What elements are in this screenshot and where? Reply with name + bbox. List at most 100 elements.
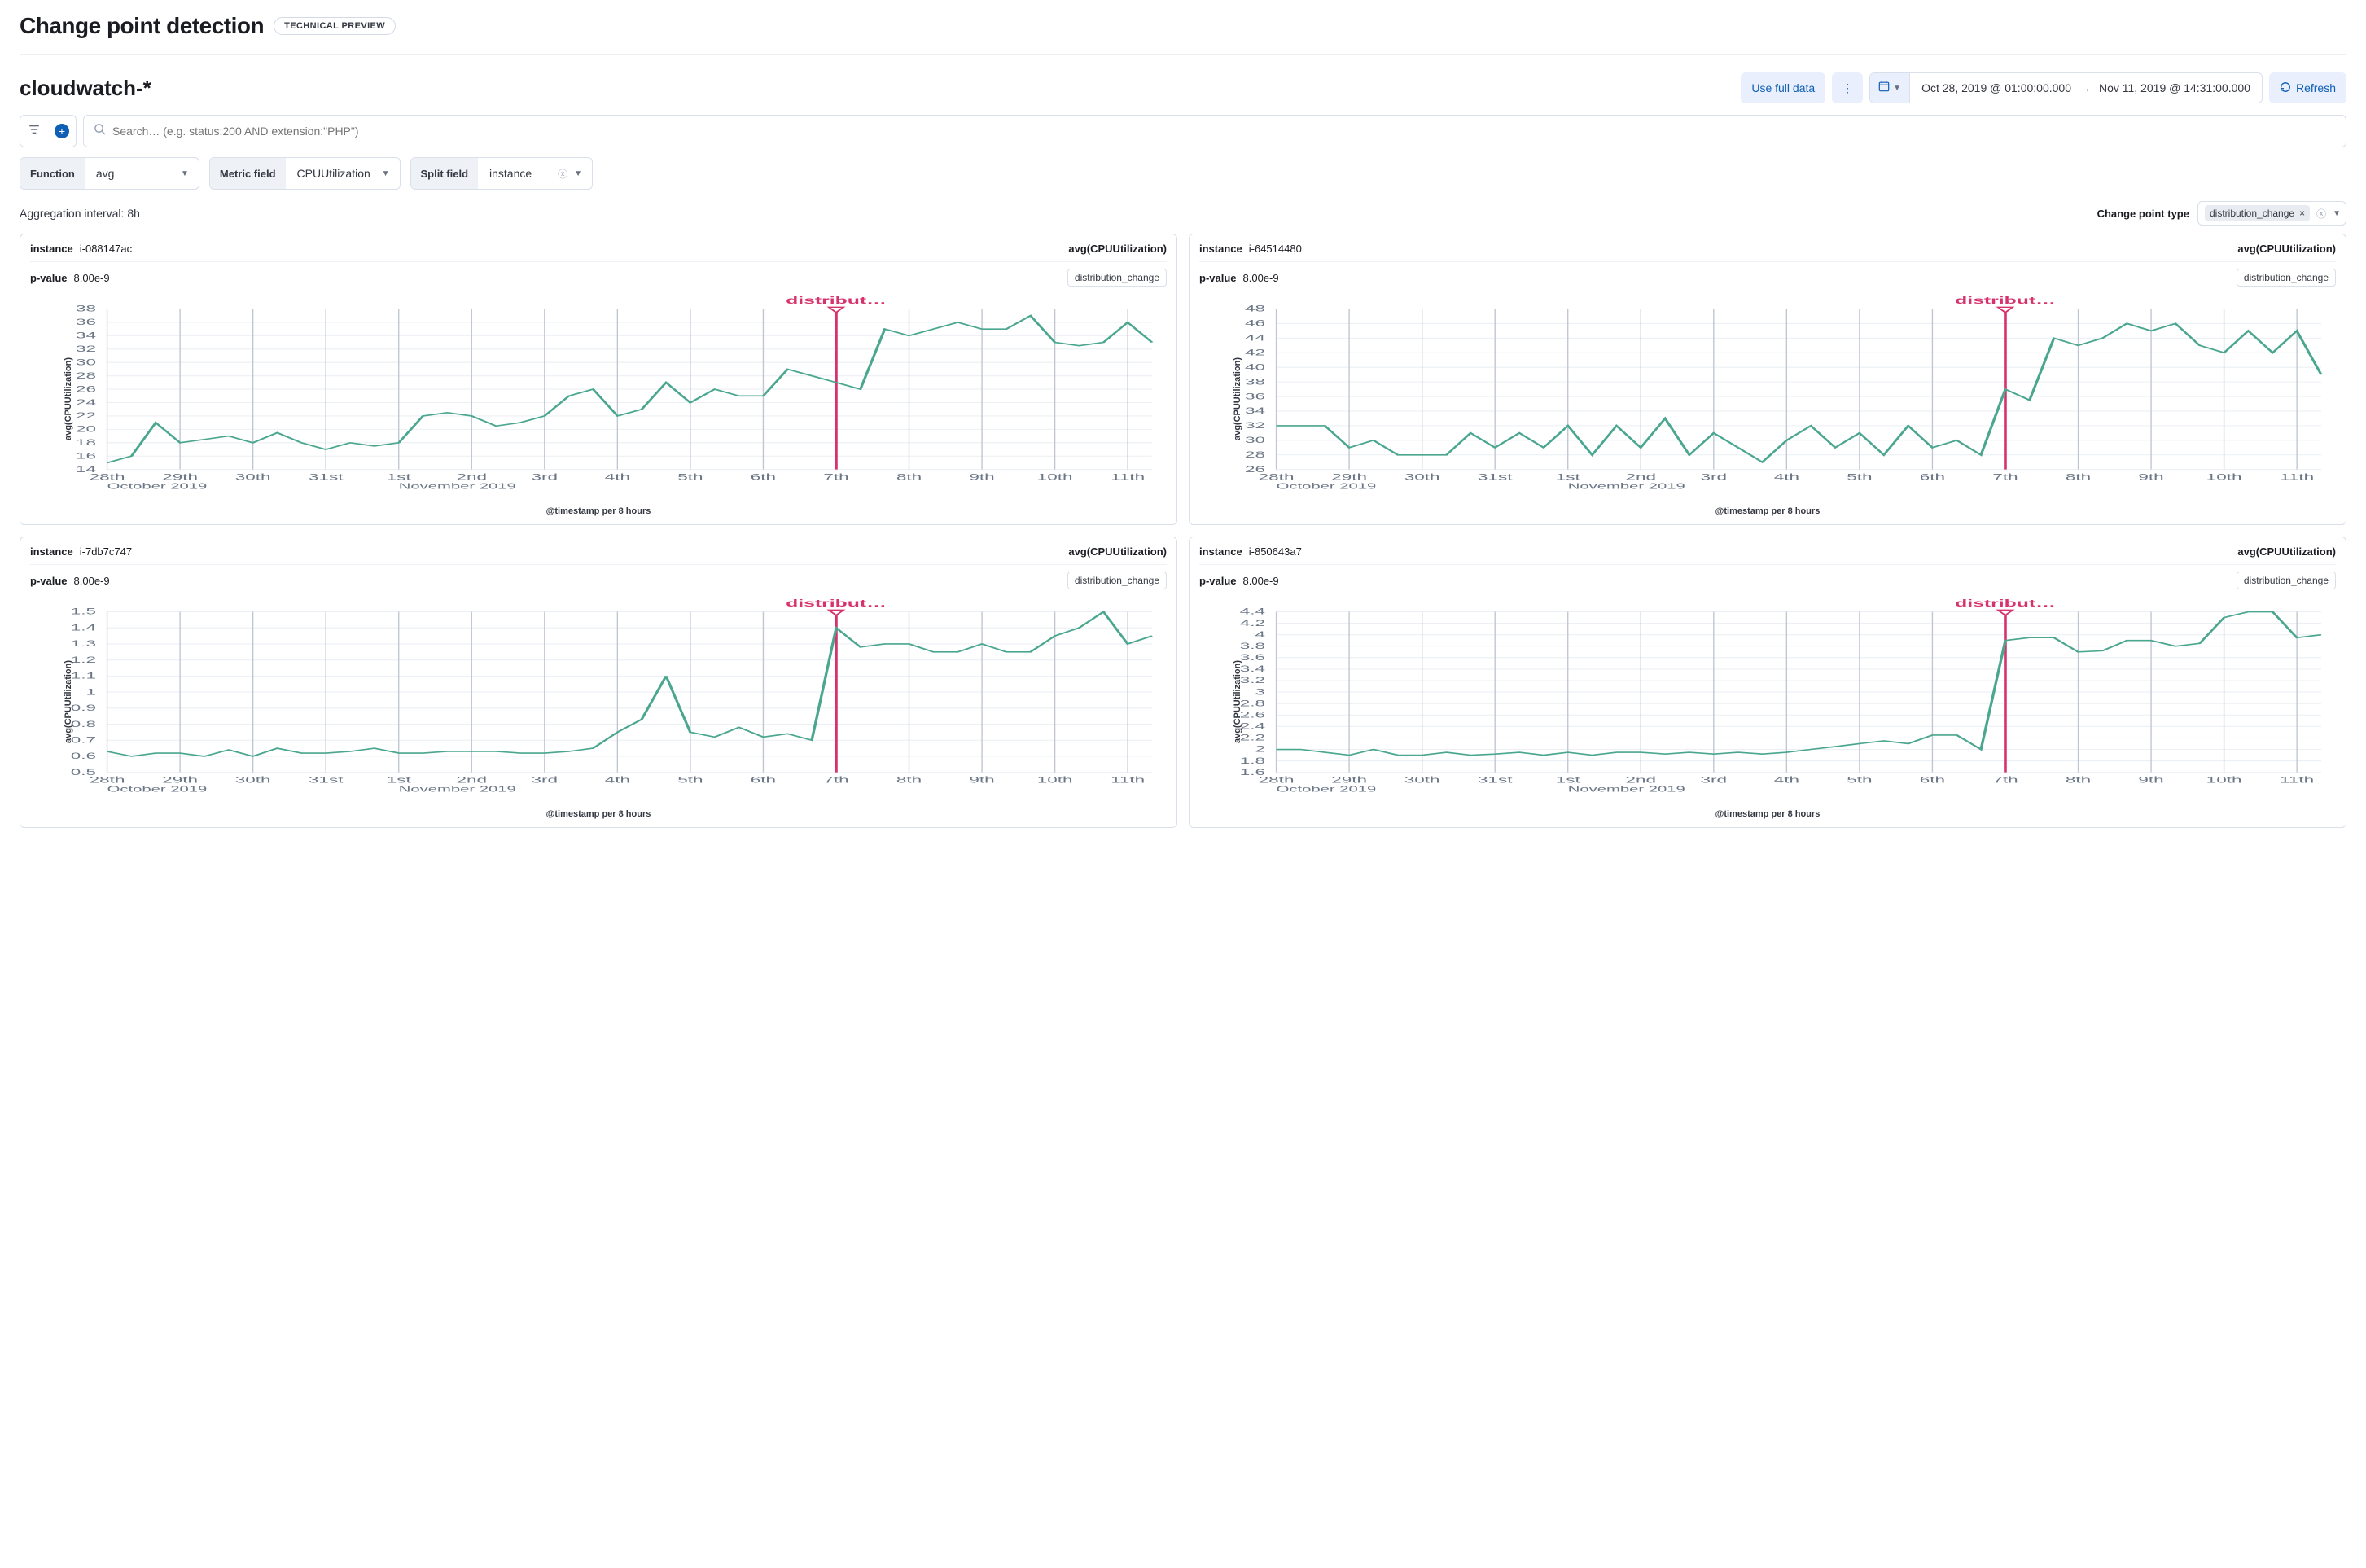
svg-text:7th: 7th [823, 472, 848, 482]
dots-vertical-icon: ⋮ [1842, 81, 1853, 95]
svg-text:2nd: 2nd [1625, 472, 1656, 482]
metric-value: CPUUtilization [297, 167, 370, 180]
svg-text:4.2: 4.2 [1240, 618, 1265, 628]
svg-text:18: 18 [76, 437, 96, 447]
svg-text:28th: 28th [1259, 472, 1295, 482]
svg-text:1.2: 1.2 [71, 655, 96, 664]
svg-text:40: 40 [1245, 362, 1265, 372]
svg-text:26: 26 [76, 384, 96, 394]
metric-label: avg(CPUUtilization) [2237, 545, 2336, 558]
svg-text:1.5: 1.5 [71, 607, 97, 616]
svg-text:9th: 9th [969, 472, 994, 482]
svg-text:10th: 10th [2206, 472, 2242, 482]
y-axis-label: avg(CPUUtilization) [1233, 660, 1242, 743]
date-range-picker[interactable]: ▼ Oct 28, 2019 @ 01:00:00.000 → Nov 11, … [1869, 72, 2263, 103]
instance-value: i-088147ac [80, 243, 132, 255]
x-axis-label: @timestamp per 8 hours [1199, 505, 2336, 519]
svg-text:5th: 5th [1847, 472, 1872, 482]
instance-value: i-64514480 [1249, 243, 1302, 255]
metric-field-select[interactable]: Metric field CPUUtilization▼ [209, 157, 401, 190]
chevron-down-icon: ▼ [574, 169, 582, 178]
change-point-type-label: Change point type [2097, 208, 2189, 220]
search-icon [94, 123, 106, 139]
options-button[interactable]: ⋮ [1832, 72, 1863, 103]
svg-text:4th: 4th [1774, 775, 1799, 785]
use-full-data-button[interactable]: Use full data [1741, 72, 1825, 103]
svg-text:1.1: 1.1 [71, 671, 96, 681]
refresh-button[interactable]: Refresh [2269, 72, 2346, 103]
svg-text:24: 24 [76, 397, 96, 407]
svg-text:1st: 1st [387, 775, 411, 785]
svg-text:3.4: 3.4 [1240, 664, 1266, 673]
instance-label: instance [1199, 243, 1242, 255]
svg-text:October 2019: October 2019 [107, 786, 208, 794]
chip-remove-button[interactable]: × [2299, 208, 2305, 219]
change-type-tag: distribution_change [1067, 572, 1167, 589]
svg-text:0.9: 0.9 [71, 703, 96, 712]
calendar-icon [1878, 81, 1890, 96]
svg-text:10th: 10th [1037, 775, 1073, 785]
svg-text:20: 20 [76, 424, 96, 434]
svg-text:1st: 1st [1556, 775, 1580, 785]
svg-text:46: 46 [1245, 318, 1265, 328]
svg-text:44: 44 [1245, 333, 1265, 343]
add-filter-button[interactable]: + [48, 116, 76, 147]
refresh-icon [2280, 81, 2291, 95]
pvalue-label: p-value [1199, 575, 1237, 587]
y-axis-label: avg(CPUUtilization) [1233, 357, 1242, 440]
svg-text:distribut…: distribut… [786, 598, 887, 609]
chevron-down-icon: ▼ [1893, 84, 1901, 93]
refresh-label: Refresh [2296, 81, 2336, 94]
svg-text:2.8: 2.8 [1240, 699, 1266, 708]
chevron-down-icon: ▼ [181, 169, 189, 178]
svg-text:3.2: 3.2 [1240, 675, 1265, 685]
svg-text:distribut…: distribut… [1955, 598, 2056, 609]
svg-text:1.8: 1.8 [1240, 756, 1266, 765]
function-select[interactable]: Function avg▼ [20, 157, 199, 190]
clear-cp-type-button[interactable]: ⓧ [2316, 207, 2326, 221]
svg-text:October 2019: October 2019 [1277, 786, 1377, 794]
svg-text:2nd: 2nd [456, 472, 487, 482]
svg-text:November 2019: November 2019 [399, 483, 516, 491]
function-value: avg [96, 167, 115, 180]
svg-text:30th: 30th [1404, 472, 1440, 482]
svg-text:5th: 5th [1847, 775, 1872, 785]
search-input[interactable] [112, 125, 2336, 138]
change-point-type-combo[interactable]: distribution_change × ⓧ ▼ [2197, 201, 2346, 226]
svg-text:48: 48 [1245, 304, 1265, 313]
svg-text:distribut…: distribut… [1955, 296, 2056, 306]
chart-panel: instancei-088147ac avg(CPUUtilization) p… [20, 234, 1177, 525]
svg-text:3: 3 [1255, 687, 1266, 697]
svg-text:1st: 1st [1556, 472, 1580, 482]
svg-text:28th: 28th [1259, 775, 1295, 785]
metric-label: avg(CPUUtilization) [1068, 545, 1167, 558]
svg-text:4th: 4th [605, 775, 630, 785]
svg-text:1st: 1st [387, 472, 411, 482]
filter-icon [28, 124, 40, 139]
aggregation-interval: Aggregation interval: 8h [20, 207, 140, 220]
pvalue-value: 8.00e-9 [1243, 575, 1279, 587]
y-axis-label: avg(CPUUtilization) [64, 357, 73, 440]
x-axis-label: @timestamp per 8 hours [1199, 808, 2336, 822]
change-type-tag: distribution_change [2237, 572, 2336, 589]
svg-text:0.8: 0.8 [71, 719, 97, 729]
split-field-select[interactable]: Split field instance ⓧ ▼ [410, 157, 594, 190]
svg-text:11th: 11th [2280, 472, 2314, 482]
pvalue-value: 8.00e-9 [74, 272, 110, 284]
svg-text:9th: 9th [2138, 472, 2163, 482]
svg-text:3rd: 3rd [532, 472, 559, 482]
svg-text:28: 28 [76, 370, 96, 380]
svg-text:30: 30 [1245, 435, 1265, 445]
chevron-down-icon: ▼ [382, 169, 390, 178]
instance-value: i-850643a7 [1249, 545, 1302, 558]
svg-text:1.4: 1.4 [71, 623, 97, 633]
filter-menu-button[interactable] [20, 116, 48, 147]
svg-text:6th: 6th [751, 775, 776, 785]
svg-text:8th: 8th [896, 472, 922, 482]
svg-text:3rd: 3rd [532, 775, 559, 785]
svg-text:36: 36 [1245, 391, 1265, 401]
search-box[interactable] [83, 115, 2346, 147]
clear-split-button[interactable]: ⓧ [558, 167, 567, 181]
svg-text:5th: 5th [677, 472, 703, 482]
svg-text:4.4: 4.4 [1240, 607, 1266, 616]
